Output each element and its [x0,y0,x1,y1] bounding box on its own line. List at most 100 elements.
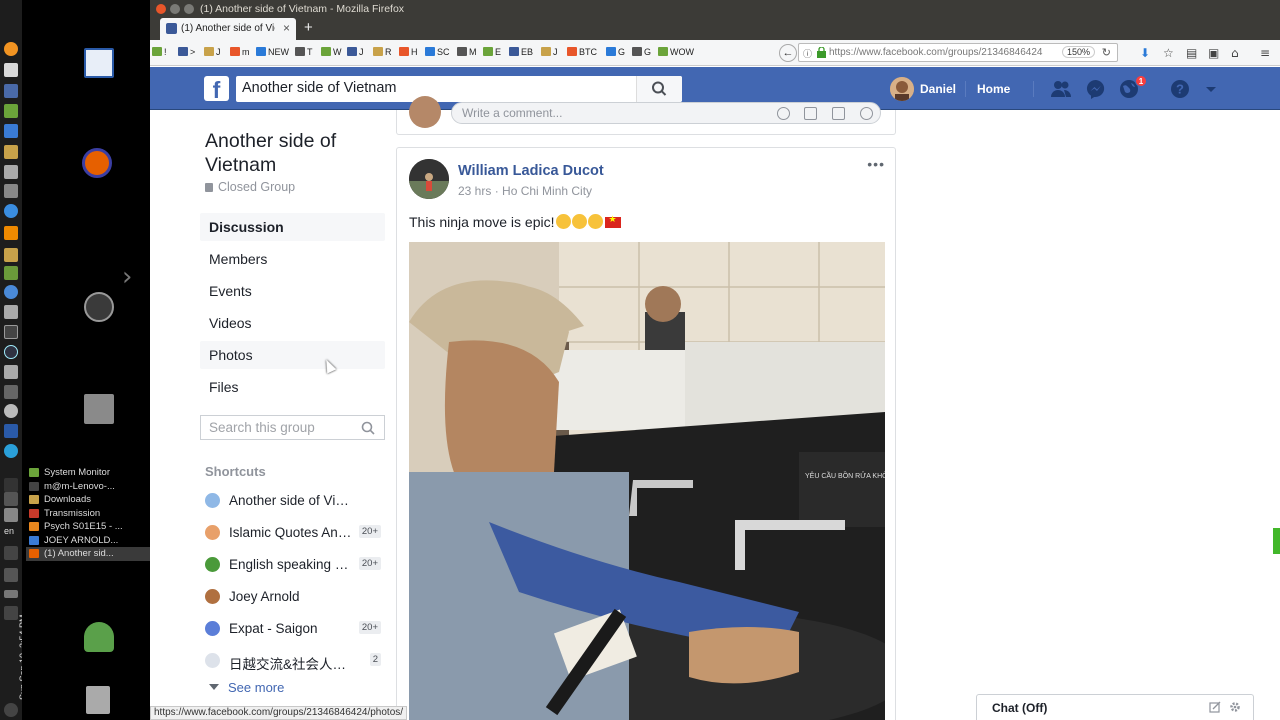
post-location-link[interactable]: Ho Chi Minh City [502,184,592,198]
app-icon[interactable] [4,305,18,319]
bookmark-label[interactable]: EB [521,47,533,57]
bookmark-label[interactable]: J [553,47,558,57]
url-bar[interactable]: ⓘ https://www.facebook.com/groups/213468… [798,43,1118,62]
bookmark-star-icon[interactable]: ☆ [1163,46,1174,60]
app-icon[interactable] [4,385,18,399]
window-list-item[interactable]: Psych S01E15 - ... [26,520,150,534]
bluetooth-icon[interactable] [4,478,18,492]
group-nav-events[interactable]: Events [200,277,385,305]
camera-icon[interactable] [804,107,817,120]
bookmark-icon[interactable] [347,47,357,56]
bookmark-label[interactable]: SC [437,47,450,57]
bookmark-icon[interactable] [483,47,493,56]
menu-icon[interactable]: ≡ [1260,46,1270,60]
reload-icon[interactable]: ↻ [1102,46,1111,59]
chevron-down-icon[interactable] [1200,78,1222,100]
bookmark-icon[interactable] [509,47,519,56]
files-icon[interactable] [4,145,18,159]
back-button-icon[interactable]: ← [779,44,797,62]
group-name-link[interactable]: Another side of Vietnam [205,129,385,177]
bookmark-icon[interactable] [567,47,577,56]
browser-tab[interactable]: (1) Another side of Vietnam × [160,18,296,40]
compose-icon[interactable] [1209,701,1221,713]
shortcut-item[interactable]: Another side of Vietnam [200,488,385,514]
spreadsheet-icon[interactable] [4,104,18,118]
firefox-icon[interactable] [82,148,112,178]
group-search-input[interactable] [209,420,359,435]
search-icon[interactable] [361,421,375,435]
bookmark-label[interactable]: ! [164,47,167,57]
youtube-icon[interactable]: ▣ [1208,46,1219,60]
group-nav-discussion[interactable]: Discussion [200,213,385,241]
user-icon[interactable] [84,622,114,652]
see-more-link[interactable]: See more [209,680,284,695]
shortcut-item[interactable]: 日越交流&社会人ボランティア 2 [200,648,385,674]
window-list-item[interactable]: JOEY ARNOLD... [26,534,150,548]
network-icon[interactable] [4,492,18,506]
window-list-item[interactable]: System Monitor [26,466,150,480]
terminal-icon[interactable] [4,325,18,339]
group-nav-files[interactable]: Files [200,373,385,401]
minimize-window-icon[interactable] [170,4,180,14]
download-icon[interactable]: ⬇ [1140,46,1150,60]
facebook-logo-icon[interactable]: f [204,76,229,103]
close-tab-icon[interactable]: × [283,21,290,35]
post-author-link[interactable]: William Ladica Ducot [458,163,604,179]
mute-icon[interactable] [4,546,18,560]
bookmark-icon[interactable] [541,47,551,56]
bookmark-label[interactable]: m [242,47,250,57]
shortcut-item[interactable]: English speaking group 20+ [200,552,385,578]
app-icon[interactable] [4,365,18,379]
home-icon[interactable]: ⌂ [1231,46,1239,60]
bookmark-label[interactable]: W [333,47,342,57]
info-icon[interactable]: ⓘ [803,47,812,60]
bookmark-label[interactable]: E [495,47,501,57]
telegram-icon[interactable] [4,444,18,458]
power-icon[interactable] [4,703,18,717]
zoom-indicator[interactable]: 150% [1061,46,1095,58]
avatar[interactable] [409,159,449,199]
comment-input[interactable]: Write a comment... [451,102,881,124]
bookmark-icon[interactable] [632,47,642,56]
document-icon[interactable] [84,48,114,78]
calculator-icon[interactable] [4,84,18,98]
bookmark-label[interactable]: G [644,47,651,57]
app-icon[interactable] [4,424,18,438]
bookmark-icon[interactable] [606,47,616,56]
emoji-icon[interactable] [777,107,790,120]
apps-icon[interactable] [4,124,18,138]
shortcut-item[interactable]: Joey Arnold [200,584,385,610]
battery-icon[interactable] [4,590,18,598]
gif-icon[interactable] [832,107,845,120]
facebook-search-input[interactable] [242,80,632,96]
bookmark-icon[interactable] [295,47,305,56]
profile-name-link[interactable]: Daniel [920,82,956,96]
bookmark-label[interactable]: J [216,47,221,57]
window-list-item[interactable]: (1) Another sid... [26,547,150,561]
keyboard-icon[interactable] [4,508,18,522]
gear-icon[interactable] [1229,701,1241,713]
chevron-right-icon[interactable]: › [122,262,132,292]
bookmark-icon[interactable] [152,47,162,56]
help-icon[interactable]: ? [1169,78,1191,100]
new-tab-icon[interactable]: + [304,19,313,36]
volume-icon[interactable] [4,568,18,582]
avatar[interactable] [890,77,914,101]
post-options-icon[interactable]: ••• [867,156,885,172]
chat-bar[interactable]: Chat (Off) [976,694,1254,720]
bookmark-label[interactable]: NEW [268,47,289,57]
bookmark-icon[interactable] [230,47,240,56]
bookmark-label[interactable]: H [411,47,418,57]
bookmark-label[interactable]: R [385,47,392,57]
bookmark-label[interactable]: BTC [579,47,597,57]
bookmark-icon[interactable] [256,47,266,56]
shortcut-item[interactable]: Islamic Quotes And Hadiths 20+ [200,520,385,546]
lock-icon[interactable] [817,47,826,58]
bookmark-label[interactable]: WOW [670,47,694,57]
editor-icon[interactable] [4,63,18,77]
friend-requests-icon[interactable] [1050,78,1072,100]
shortcut-item[interactable]: Expat - Saigon 20+ [200,616,385,642]
group-nav-videos[interactable]: Videos [200,309,385,337]
group-nav-members[interactable]: Members [200,245,385,273]
language-indicator[interactable]: en [4,526,14,536]
